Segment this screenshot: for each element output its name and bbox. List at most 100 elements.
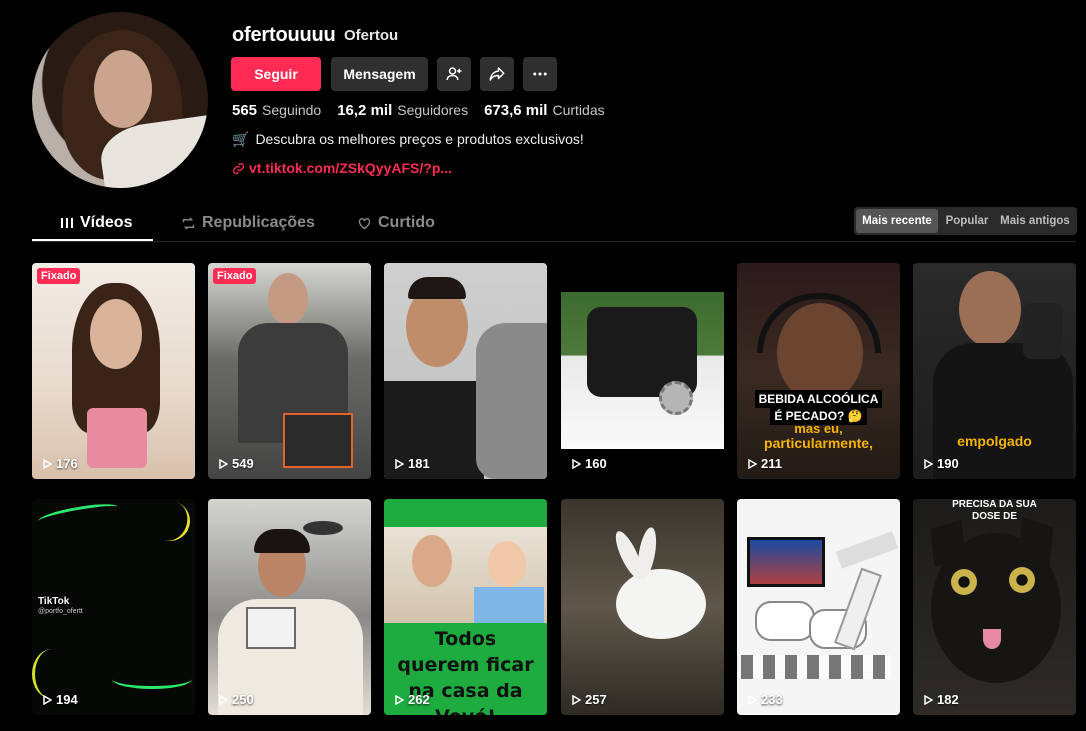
following-label: Seguindo — [262, 102, 322, 118]
video-card[interactable]: Todos querem ficar na casa da Vovó! 262 — [384, 499, 547, 715]
view-count: 176 — [42, 456, 78, 471]
tab-reposts-label: Republicações — [202, 214, 315, 231]
video-card[interactable]: 160 — [561, 263, 724, 479]
view-count: 211 — [747, 456, 782, 471]
thumb-cat-tongue — [983, 629, 1001, 649]
thumb-baby-face — [488, 541, 526, 587]
play-icon — [395, 458, 404, 469]
thumb-stick — [835, 531, 899, 569]
video-card[interactable]: 233 — [737, 499, 900, 715]
thumb-controller — [755, 601, 815, 641]
thumb-face — [959, 271, 1021, 347]
profile-stats: 565 Seguindo 16,2 mil Seguidores 673,6 mil… — [232, 102, 605, 119]
follow-button[interactable]: Seguir — [231, 57, 321, 91]
view-count-text: 211 — [761, 456, 782, 471]
thumb-backpack — [476, 323, 547, 479]
tab-videos-label: Vídeos — [80, 214, 133, 231]
thumb-text-blur — [741, 655, 891, 679]
add-friend-button[interactable] — [437, 57, 471, 91]
thumb-cat-eye — [1009, 567, 1035, 593]
profile-link[interactable]: vt.tiktok.com/ZSkQyyAFS/?p... — [232, 160, 452, 176]
thumb-products — [87, 408, 147, 468]
profile-avatar[interactable] — [32, 12, 208, 188]
video-card[interactable]: Fixado 549 — [208, 263, 371, 479]
view-count-text: 182 — [937, 692, 959, 707]
play-icon — [748, 694, 757, 705]
view-count: 233 — [747, 692, 783, 707]
video-caption: empolgado — [957, 433, 1032, 449]
profile-nickname: Ofertou — [344, 27, 399, 44]
likes-count: 673,6 mil — [484, 102, 548, 119]
view-count-text: 250 — [232, 692, 254, 707]
sort-selector: Mais recente Popular Mais antigos — [854, 207, 1077, 235]
add-friend-icon — [446, 67, 462, 81]
followers-stat[interactable]: 16,2 mil Seguidores — [337, 102, 468, 119]
view-count: 190 — [923, 456, 959, 471]
play-icon — [43, 458, 52, 469]
videos-grid-icon — [61, 218, 73, 228]
profile-link-text: vt.tiktok.com/ZSkQyyAFS/?p... — [249, 160, 453, 176]
watermark-handle: @portfo_ofertt — [38, 608, 83, 615]
sort-oldest[interactable]: Mais antigos — [996, 209, 1074, 233]
following-stat[interactable]: 565 Seguindo — [232, 102, 321, 119]
video-card[interactable]: 250 — [208, 499, 371, 715]
followers-count: 16,2 mil — [337, 102, 393, 119]
caption-line-4: particularmente, — [764, 435, 873, 451]
pinned-badge: Fixado — [37, 268, 81, 284]
tab-liked-label: Curtido — [378, 214, 435, 231]
tab-videos[interactable]: Vídeos — [60, 205, 132, 241]
play-icon — [748, 458, 757, 469]
sort-popular[interactable]: Popular — [938, 209, 996, 233]
view-count: 250 — [218, 692, 254, 707]
thumb-robot — [283, 413, 353, 468]
thumb-rabbit-body — [616, 569, 706, 639]
profile-username: ofertouuuu — [232, 24, 336, 46]
video-card[interactable]: TikTok @portfo_ofertt 194 — [32, 499, 195, 715]
tiktok-watermark: TikTok — [38, 596, 70, 607]
link-icon — [232, 162, 245, 174]
video-card[interactable]: PRECISA DA SUA DOSE DE 182 — [913, 499, 1076, 715]
heart-lock-icon — [358, 217, 371, 229]
bio-text: Descubra os melhores preços e produtos e… — [255, 131, 584, 147]
play-icon — [924, 458, 933, 469]
pinned-badge: Fixado — [213, 268, 257, 284]
tab-liked[interactable]: Curtido — [357, 205, 435, 241]
thumb-neon-line — [37, 500, 119, 528]
video-card[interactable]: 181 — [384, 263, 547, 479]
video-card[interactable]: BEBIDA ALCOÓLICA É PECADO? 🤔 mas eu, par… — [737, 263, 900, 479]
view-count: 262 — [394, 692, 430, 707]
more-icon — [533, 72, 547, 76]
video-card[interactable]: empolgado 190 — [913, 263, 1076, 479]
play-icon — [219, 458, 228, 469]
repost-icon — [182, 216, 195, 230]
view-count: 182 — [923, 692, 959, 707]
video-card[interactable]: 257 — [561, 499, 724, 715]
tab-reposts[interactable]: Republicações — [181, 205, 315, 241]
thumb-baby-shirt — [474, 587, 544, 623]
thumb-hair — [254, 529, 310, 553]
share-profile-button[interactable] — [480, 57, 514, 91]
thumb-ceiling-fan — [303, 521, 343, 535]
followers-label: Seguidores — [397, 102, 469, 118]
video-card[interactable]: Fixado 176 — [32, 263, 195, 479]
thumb-microphone — [1023, 303, 1063, 359]
view-count-text: 194 — [56, 692, 78, 707]
view-count: 194 — [42, 692, 78, 707]
sort-recent[interactable]: Mais recente — [856, 209, 938, 233]
following-count: 565 — [232, 102, 258, 119]
view-count-text: 262 — [408, 692, 430, 707]
cart-icon: 🛒 — [232, 131, 250, 147]
caption-line-1: BEBIDA ALCOÓLICA — [754, 390, 883, 408]
more-options-button[interactable] — [523, 57, 557, 91]
view-count-text: 257 — [585, 692, 607, 707]
caption-line-3: mas eu, — [794, 421, 843, 436]
thumb-tv — [747, 537, 825, 587]
video-caption: BEBIDA ALCOÓLICA — [737, 390, 900, 408]
thumb-headphones — [757, 293, 881, 353]
thumb-neon-line — [112, 669, 192, 689]
view-count: 160 — [571, 456, 607, 471]
thumb-cat-eye — [951, 569, 977, 595]
view-count-text: 549 — [232, 456, 254, 471]
message-button[interactable]: Mensagem — [331, 57, 428, 91]
share-icon — [489, 67, 505, 81]
